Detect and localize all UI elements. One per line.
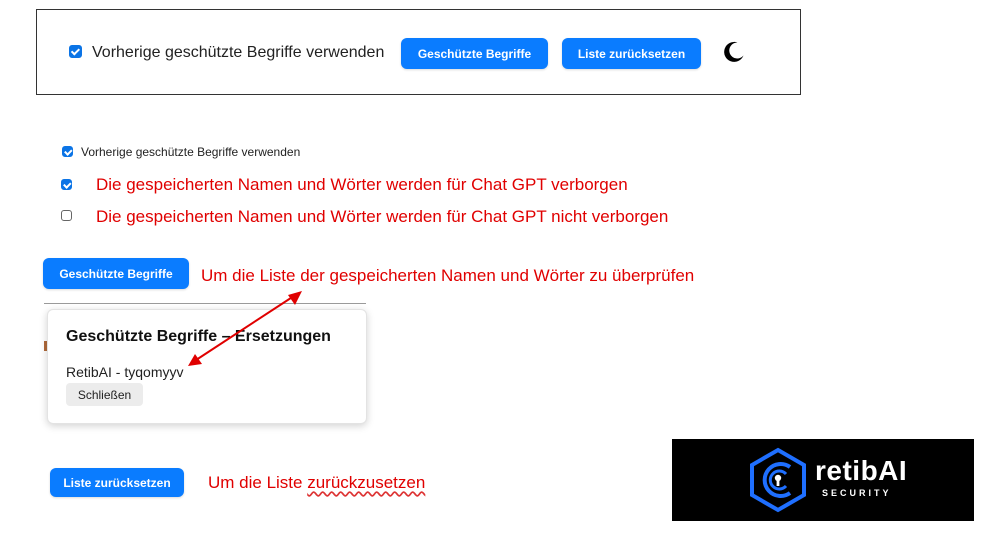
use-previous-checkbox[interactable]: [69, 45, 82, 58]
reset-note-prefix: Um die Liste: [208, 473, 308, 492]
reset-list-button-example[interactable]: Liste zurücksetzen: [50, 468, 184, 497]
use-previous-label-small: Vorherige geschützte Begriffe verwenden: [81, 145, 301, 159]
reset-list-button[interactable]: Liste zurücksetzen: [562, 38, 701, 69]
reset-note-word: zurückzusetzen: [307, 473, 426, 492]
logo-emblem-icon: [750, 447, 806, 513]
logo-name: retibAI: [815, 455, 908, 486]
moon-icon[interactable]: [722, 40, 746, 64]
protected-note: Um die Liste der gespeicherten Namen und…: [201, 266, 695, 285]
unchecked-example-checkbox[interactable]: [61, 210, 72, 221]
annotation-arrow: [188, 291, 302, 366]
toolbar-frame: Vorherige geschützte Begriffe verwenden …: [36, 9, 801, 95]
unchecked-note: Die gespeicherten Namen und Wörter werde…: [96, 207, 669, 226]
protected-terms-button-example[interactable]: Geschützte Begriffe: [43, 258, 189, 289]
use-previous-label: Vorherige geschützte Begriffe verwenden: [92, 44, 385, 61]
popup-close-button[interactable]: Schließen: [66, 383, 143, 406]
checked-example-checkbox[interactable]: [61, 179, 72, 190]
reset-note: Um die Liste zurückzusetzen: [208, 473, 425, 493]
use-previous-checkbox-small[interactable]: [62, 146, 73, 157]
popup-entry: RetibAI - tyqomyyv: [66, 364, 184, 380]
protected-terms-button[interactable]: Geschützte Begriffe: [401, 38, 548, 69]
logo-tagline: SECURITY: [822, 488, 892, 498]
retibai-logo: retibAI SECURITY: [672, 439, 974, 521]
checked-note: Die gespeicherten Namen und Wörter werde…: [96, 175, 628, 194]
